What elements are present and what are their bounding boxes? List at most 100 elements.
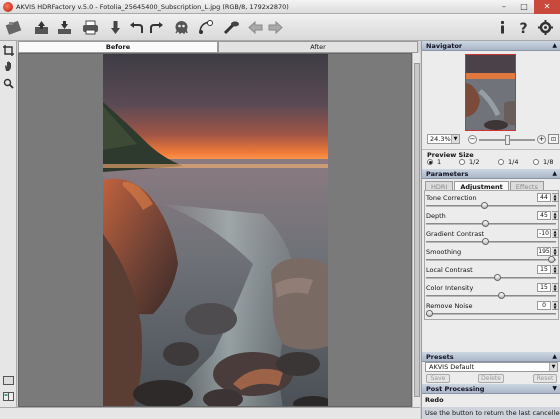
adjustment-panel: Tone Correction 44 ▲ ▼ Depth 45 ▲ ▼ Gradie… bbox=[424, 190, 559, 320]
chevron-up-icon: ▲ bbox=[552, 353, 557, 360]
spin-arrows-icon[interactable]: ▲ ▼ bbox=[552, 211, 559, 220]
undo-icon[interactable] bbox=[127, 18, 146, 37]
param-slider[interactable] bbox=[426, 277, 556, 279]
load-settings-icon[interactable] bbox=[106, 18, 125, 37]
minimize-button[interactable]: – bbox=[494, 0, 514, 14]
status-bar bbox=[0, 407, 420, 419]
open-icon[interactable] bbox=[32, 18, 51, 37]
param-value-field[interactable]: -10 bbox=[537, 229, 551, 238]
navigator-header[interactable]: Navigator ▲ bbox=[422, 41, 560, 51]
navigator-title: Navigator bbox=[426, 41, 463, 50]
presets-header[interactable]: Presets ▲ bbox=[422, 352, 560, 362]
navigator-thumbnail[interactable] bbox=[465, 54, 516, 131]
zoom-select[interactable]: 24.3% ▼ bbox=[427, 134, 460, 144]
redo-icon[interactable] bbox=[147, 18, 166, 37]
param-slider[interactable] bbox=[426, 259, 556, 261]
zoom-icon[interactable] bbox=[2, 77, 15, 90]
preset-reset-button[interactable]: Reset bbox=[533, 374, 557, 383]
zoom-slider-thumb[interactable] bbox=[504, 135, 510, 145]
spin-arrows-icon[interactable]: ▲ ▼ bbox=[552, 229, 559, 238]
radio-icon bbox=[459, 159, 465, 165]
back-icon[interactable] bbox=[246, 18, 265, 37]
close-button[interactable]: ✕ bbox=[534, 0, 560, 14]
param-slider[interactable] bbox=[426, 313, 556, 315]
param-value-field[interactable]: 44 bbox=[537, 193, 551, 202]
maximize-button[interactable]: □ bbox=[514, 0, 534, 14]
param-depth: Depth 45 ▲ ▼ bbox=[425, 211, 560, 230]
param-value-field[interactable]: 195 bbox=[537, 247, 551, 256]
param-slider[interactable] bbox=[426, 241, 556, 243]
home-icon[interactable] bbox=[4, 18, 23, 37]
param-smoothing: Smoothing 195 ▲ ▼ bbox=[425, 247, 560, 266]
image-canvas[interactable] bbox=[18, 53, 412, 407]
hint-text: Use the button to return the last cancel… bbox=[422, 407, 560, 419]
param-slider[interactable] bbox=[426, 223, 556, 225]
zoom-out-button[interactable]: − bbox=[468, 135, 477, 144]
post-processing-title: Post Processing bbox=[426, 384, 485, 393]
magic-icon[interactable] bbox=[222, 18, 241, 37]
param-value-field[interactable]: 45 bbox=[537, 211, 551, 220]
param-value-field[interactable]: 15 bbox=[537, 283, 551, 292]
before-after-icon[interactable] bbox=[2, 374, 15, 387]
post-processing-header[interactable]: Post Processing ▼ bbox=[422, 384, 560, 394]
photo-preview bbox=[103, 54, 328, 406]
preview-size-option[interactable]: 1 bbox=[427, 158, 441, 166]
main-toolbar: ? bbox=[0, 14, 560, 41]
preset-delete-button[interactable]: Delete bbox=[478, 374, 504, 383]
tab-after[interactable]: After bbox=[218, 41, 418, 53]
tools-panel bbox=[0, 41, 17, 407]
preset-save-button[interactable]: Save bbox=[426, 374, 450, 383]
tab-before[interactable]: Before bbox=[18, 41, 218, 53]
chevron-down-icon: ▼ bbox=[451, 135, 459, 143]
hand-icon[interactable] bbox=[2, 60, 15, 73]
spin-arrows-icon[interactable]: ▲ ▼ bbox=[552, 247, 559, 256]
param-value-field[interactable]: 0 bbox=[537, 301, 551, 310]
preferences-icon[interactable] bbox=[536, 18, 555, 37]
run-icon[interactable] bbox=[172, 18, 191, 37]
presets-title: Presets bbox=[426, 352, 454, 361]
param-color-intensity: Color Intensity 15 ▲ ▼ bbox=[425, 283, 560, 302]
zoom-in-button[interactable]: + bbox=[537, 135, 546, 144]
chevron-up-icon: ▲ bbox=[552, 42, 557, 49]
parameters-header[interactable]: Parameters ▲ bbox=[422, 169, 560, 179]
slider-knob[interactable] bbox=[481, 220, 489, 227]
scrollbar-thumb[interactable] bbox=[414, 63, 420, 397]
settings-panel: Navigator ▲ 24.3% ▼ − + ⊡ Preview Size 1… bbox=[421, 41, 560, 419]
slider-knob[interactable] bbox=[547, 256, 555, 263]
help-icon[interactable]: ? bbox=[514, 18, 533, 37]
batch-icon[interactable] bbox=[196, 18, 215, 37]
canvas-scrollbar[interactable] bbox=[412, 53, 420, 407]
slider-knob[interactable] bbox=[481, 238, 489, 245]
spin-arrows-icon[interactable]: ▲ ▼ bbox=[552, 283, 559, 292]
param-slider[interactable] bbox=[426, 205, 556, 207]
slider-knob[interactable] bbox=[426, 310, 433, 317]
svg-text:?: ? bbox=[519, 21, 527, 36]
title-bar: AKVIS HDRFactory v.5.0 - Fotolia_2564540… bbox=[0, 0, 560, 14]
preset-select[interactable]: AKVIS Default ▼ bbox=[425, 362, 558, 372]
spin-arrows-icon[interactable]: ▲ ▼ bbox=[552, 265, 559, 274]
spin-arrows-icon[interactable]: ▲ ▼ bbox=[552, 301, 559, 310]
param-gradient-contrast: Gradient Contrast -10 ▲ ▼ bbox=[425, 229, 560, 248]
radio-icon bbox=[427, 159, 433, 165]
preview-size-option[interactable]: 1/4 bbox=[498, 158, 518, 166]
param-remove-noise: Remove Noise 0 ▲ ▼ bbox=[425, 301, 560, 320]
info-icon[interactable] bbox=[493, 18, 512, 37]
preview-size-title: Preview Size bbox=[422, 149, 560, 159]
preview-size-option[interactable]: 1/2 bbox=[459, 158, 479, 166]
print-icon[interactable] bbox=[81, 18, 100, 37]
slider-knob[interactable] bbox=[494, 274, 502, 281]
crop-icon[interactable] bbox=[2, 44, 15, 57]
forward-icon[interactable] bbox=[266, 18, 285, 37]
preview-size-option[interactable]: 1/8 bbox=[533, 158, 553, 166]
param-slider[interactable] bbox=[426, 295, 556, 297]
param-value-field[interactable]: 15 bbox=[537, 265, 551, 274]
compare-icon[interactable] bbox=[2, 390, 15, 403]
slider-knob[interactable] bbox=[480, 202, 488, 209]
app-logo-icon bbox=[3, 1, 13, 12]
save-icon[interactable] bbox=[55, 18, 74, 37]
zoom-value: 24.3% bbox=[430, 135, 451, 143]
preview-size-options: 1 1/2 1/4 1/8 bbox=[422, 158, 560, 168]
spin-arrows-icon[interactable]: ▲ ▼ bbox=[552, 193, 559, 202]
fit-to-window-button[interactable]: ⊡ bbox=[548, 134, 559, 144]
slider-knob[interactable] bbox=[497, 292, 505, 299]
